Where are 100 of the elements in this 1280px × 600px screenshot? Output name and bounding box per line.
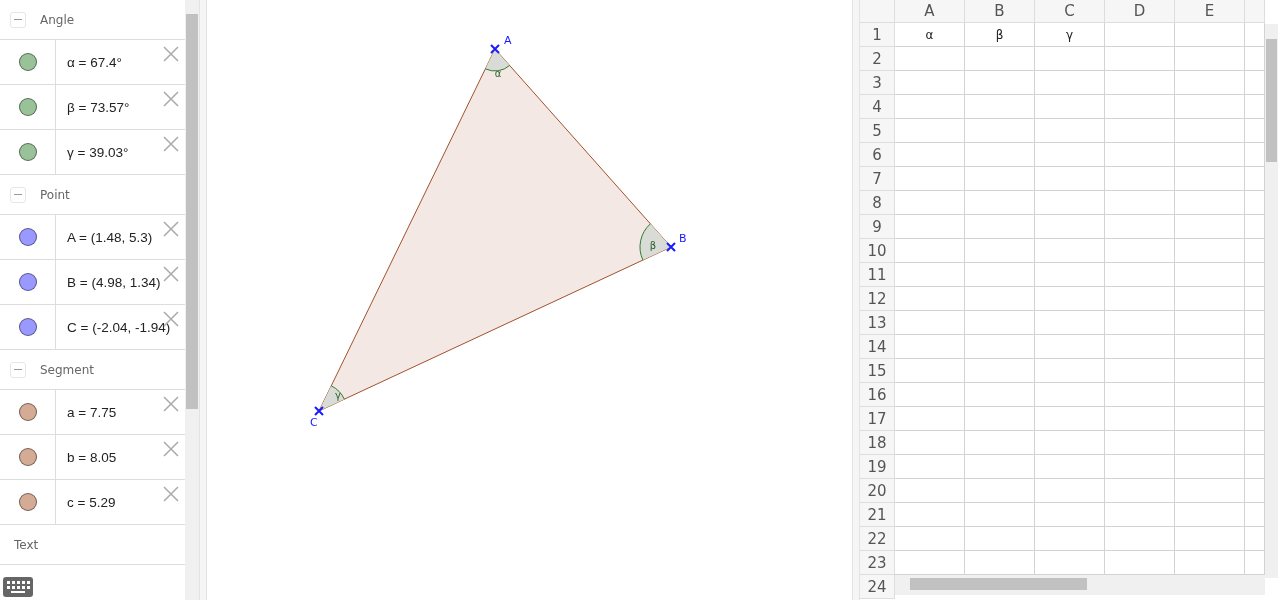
angle-sector[interactable] bbox=[319, 385, 345, 411]
angle-sector[interactable] bbox=[639, 223, 671, 261]
empty-cell[interactable] bbox=[1105, 431, 1175, 455]
empty-cell[interactable] bbox=[965, 191, 1035, 215]
empty-cell[interactable] bbox=[1175, 335, 1245, 359]
visibility-toggle[interactable] bbox=[18, 228, 37, 246]
row-header[interactable]: 19 bbox=[860, 455, 895, 479]
empty-cell[interactable] bbox=[965, 71, 1035, 95]
empty-cell[interactable] bbox=[1035, 47, 1105, 71]
row-header[interactable]: 6 bbox=[860, 143, 895, 167]
visibility-toggle[interactable] bbox=[18, 273, 37, 291]
empty-cell[interactable] bbox=[1105, 335, 1175, 359]
empty-cell[interactable] bbox=[965, 527, 1035, 551]
empty-cell[interactable] bbox=[965, 287, 1035, 311]
empty-cell[interactable] bbox=[965, 503, 1035, 527]
collapse-toggle[interactable] bbox=[10, 186, 26, 203]
row-header[interactable]: 2 bbox=[860, 47, 895, 71]
column-header[interactable]: D bbox=[1105, 0, 1175, 23]
column-header[interactable]: B bbox=[965, 0, 1035, 23]
column-header[interactable]: A bbox=[895, 0, 965, 23]
panel-splitter[interactable] bbox=[199, 0, 207, 600]
empty-cell[interactable] bbox=[1105, 119, 1175, 143]
table-cell[interactable]: α bbox=[895, 23, 965, 47]
row-header[interactable]: 9 bbox=[860, 215, 895, 239]
collapse-toggle[interactable] bbox=[10, 361, 26, 378]
empty-cell[interactable] bbox=[1175, 503, 1245, 527]
visibility-toggle[interactable] bbox=[18, 403, 37, 421]
object-definition[interactable]: b = 8.05 bbox=[67, 449, 117, 465]
object-definition[interactable]: α = 67.4° bbox=[67, 54, 122, 70]
row-header[interactable]: 22 bbox=[860, 527, 895, 551]
empty-cell[interactable] bbox=[965, 479, 1035, 503]
row-header[interactable]: 21 bbox=[860, 503, 895, 527]
empty-cell[interactable] bbox=[1175, 23, 1245, 47]
empty-cell[interactable] bbox=[1105, 23, 1175, 47]
row-header[interactable]: 20 bbox=[860, 479, 895, 503]
empty-cell[interactable] bbox=[1105, 479, 1175, 503]
empty-cell[interactable] bbox=[965, 119, 1035, 143]
scrollbar[interactable] bbox=[895, 575, 1265, 595]
empty-cell[interactable] bbox=[1175, 407, 1245, 431]
empty-cell[interactable] bbox=[1105, 455, 1175, 479]
empty-cell[interactable] bbox=[1175, 311, 1245, 335]
empty-cell[interactable] bbox=[1035, 263, 1105, 287]
angle-sector[interactable] bbox=[484, 49, 511, 72]
empty-cell[interactable] bbox=[1105, 503, 1175, 527]
column-header[interactable]: E bbox=[1175, 0, 1245, 23]
row-header[interactable]: 10 bbox=[860, 239, 895, 263]
point-marker[interactable] bbox=[666, 242, 676, 252]
empty-cell[interactable] bbox=[1035, 215, 1105, 239]
empty-cell[interactable] bbox=[1105, 263, 1175, 287]
empty-cell[interactable] bbox=[1035, 479, 1105, 503]
empty-cell[interactable] bbox=[1105, 527, 1175, 551]
row-header[interactable]: 8 bbox=[860, 191, 895, 215]
visibility-toggle[interactable] bbox=[18, 53, 37, 71]
row-header[interactable]: 23 bbox=[860, 551, 895, 575]
row-header[interactable]: 4 bbox=[860, 95, 895, 119]
row-header[interactable]: 16 bbox=[860, 383, 895, 407]
empty-cell[interactable] bbox=[1105, 383, 1175, 407]
empty-cell[interactable] bbox=[1105, 167, 1175, 191]
visibility-toggle[interactable] bbox=[18, 143, 37, 161]
empty-cell[interactable] bbox=[1175, 359, 1245, 383]
row-header[interactable]: 11 bbox=[860, 263, 895, 287]
empty-cell[interactable] bbox=[1035, 167, 1105, 191]
empty-cell[interactable] bbox=[1035, 191, 1105, 215]
object-definition[interactable]: B = (4.98, 1.34) bbox=[67, 274, 161, 290]
empty-cell[interactable] bbox=[965, 167, 1035, 191]
point-marker[interactable] bbox=[490, 44, 500, 54]
empty-cell[interactable] bbox=[1175, 119, 1245, 143]
object-definition[interactable]: C = (-2.04, -1.94) bbox=[67, 319, 171, 335]
visibility-toggle[interactable] bbox=[18, 318, 37, 336]
row-header[interactable]: 24 bbox=[860, 575, 895, 599]
empty-cell[interactable] bbox=[1035, 383, 1105, 407]
scrollbar[interactable] bbox=[1265, 24, 1278, 578]
point-marker[interactable] bbox=[314, 406, 324, 416]
empty-cell[interactable] bbox=[1175, 455, 1245, 479]
object-definition[interactable]: γ = 39.03° bbox=[67, 144, 129, 160]
empty-cell[interactable] bbox=[1105, 143, 1175, 167]
empty-cell[interactable] bbox=[965, 311, 1035, 335]
empty-cell[interactable] bbox=[1035, 527, 1105, 551]
empty-cell[interactable] bbox=[1105, 95, 1175, 119]
empty-cell[interactable] bbox=[1105, 71, 1175, 95]
empty-cell[interactable] bbox=[1175, 167, 1245, 191]
column-header[interactable] bbox=[1245, 0, 1265, 23]
row-header[interactable]: 14 bbox=[860, 335, 895, 359]
empty-cell[interactable] bbox=[1175, 431, 1245, 455]
row-header[interactable]: 15 bbox=[860, 359, 895, 383]
empty-cell[interactable] bbox=[1035, 95, 1105, 119]
table-cell[interactable]: γ bbox=[1035, 23, 1105, 47]
visibility-toggle[interactable] bbox=[18, 493, 37, 511]
empty-cell[interactable] bbox=[965, 335, 1035, 359]
empty-cell[interactable] bbox=[1105, 407, 1175, 431]
empty-cell[interactable] bbox=[1035, 71, 1105, 95]
empty-cell[interactable] bbox=[1105, 239, 1175, 263]
empty-cell[interactable] bbox=[1175, 383, 1245, 407]
empty-cell[interactable] bbox=[965, 407, 1035, 431]
row-header[interactable]: 1 bbox=[860, 23, 895, 47]
group-title[interactable]: Text bbox=[14, 537, 39, 552]
empty-cell[interactable] bbox=[1105, 311, 1175, 335]
row-header[interactable]: 13 bbox=[860, 311, 895, 335]
collapse-toggle[interactable] bbox=[10, 11, 26, 28]
group-title[interactable]: Point bbox=[40, 187, 70, 202]
